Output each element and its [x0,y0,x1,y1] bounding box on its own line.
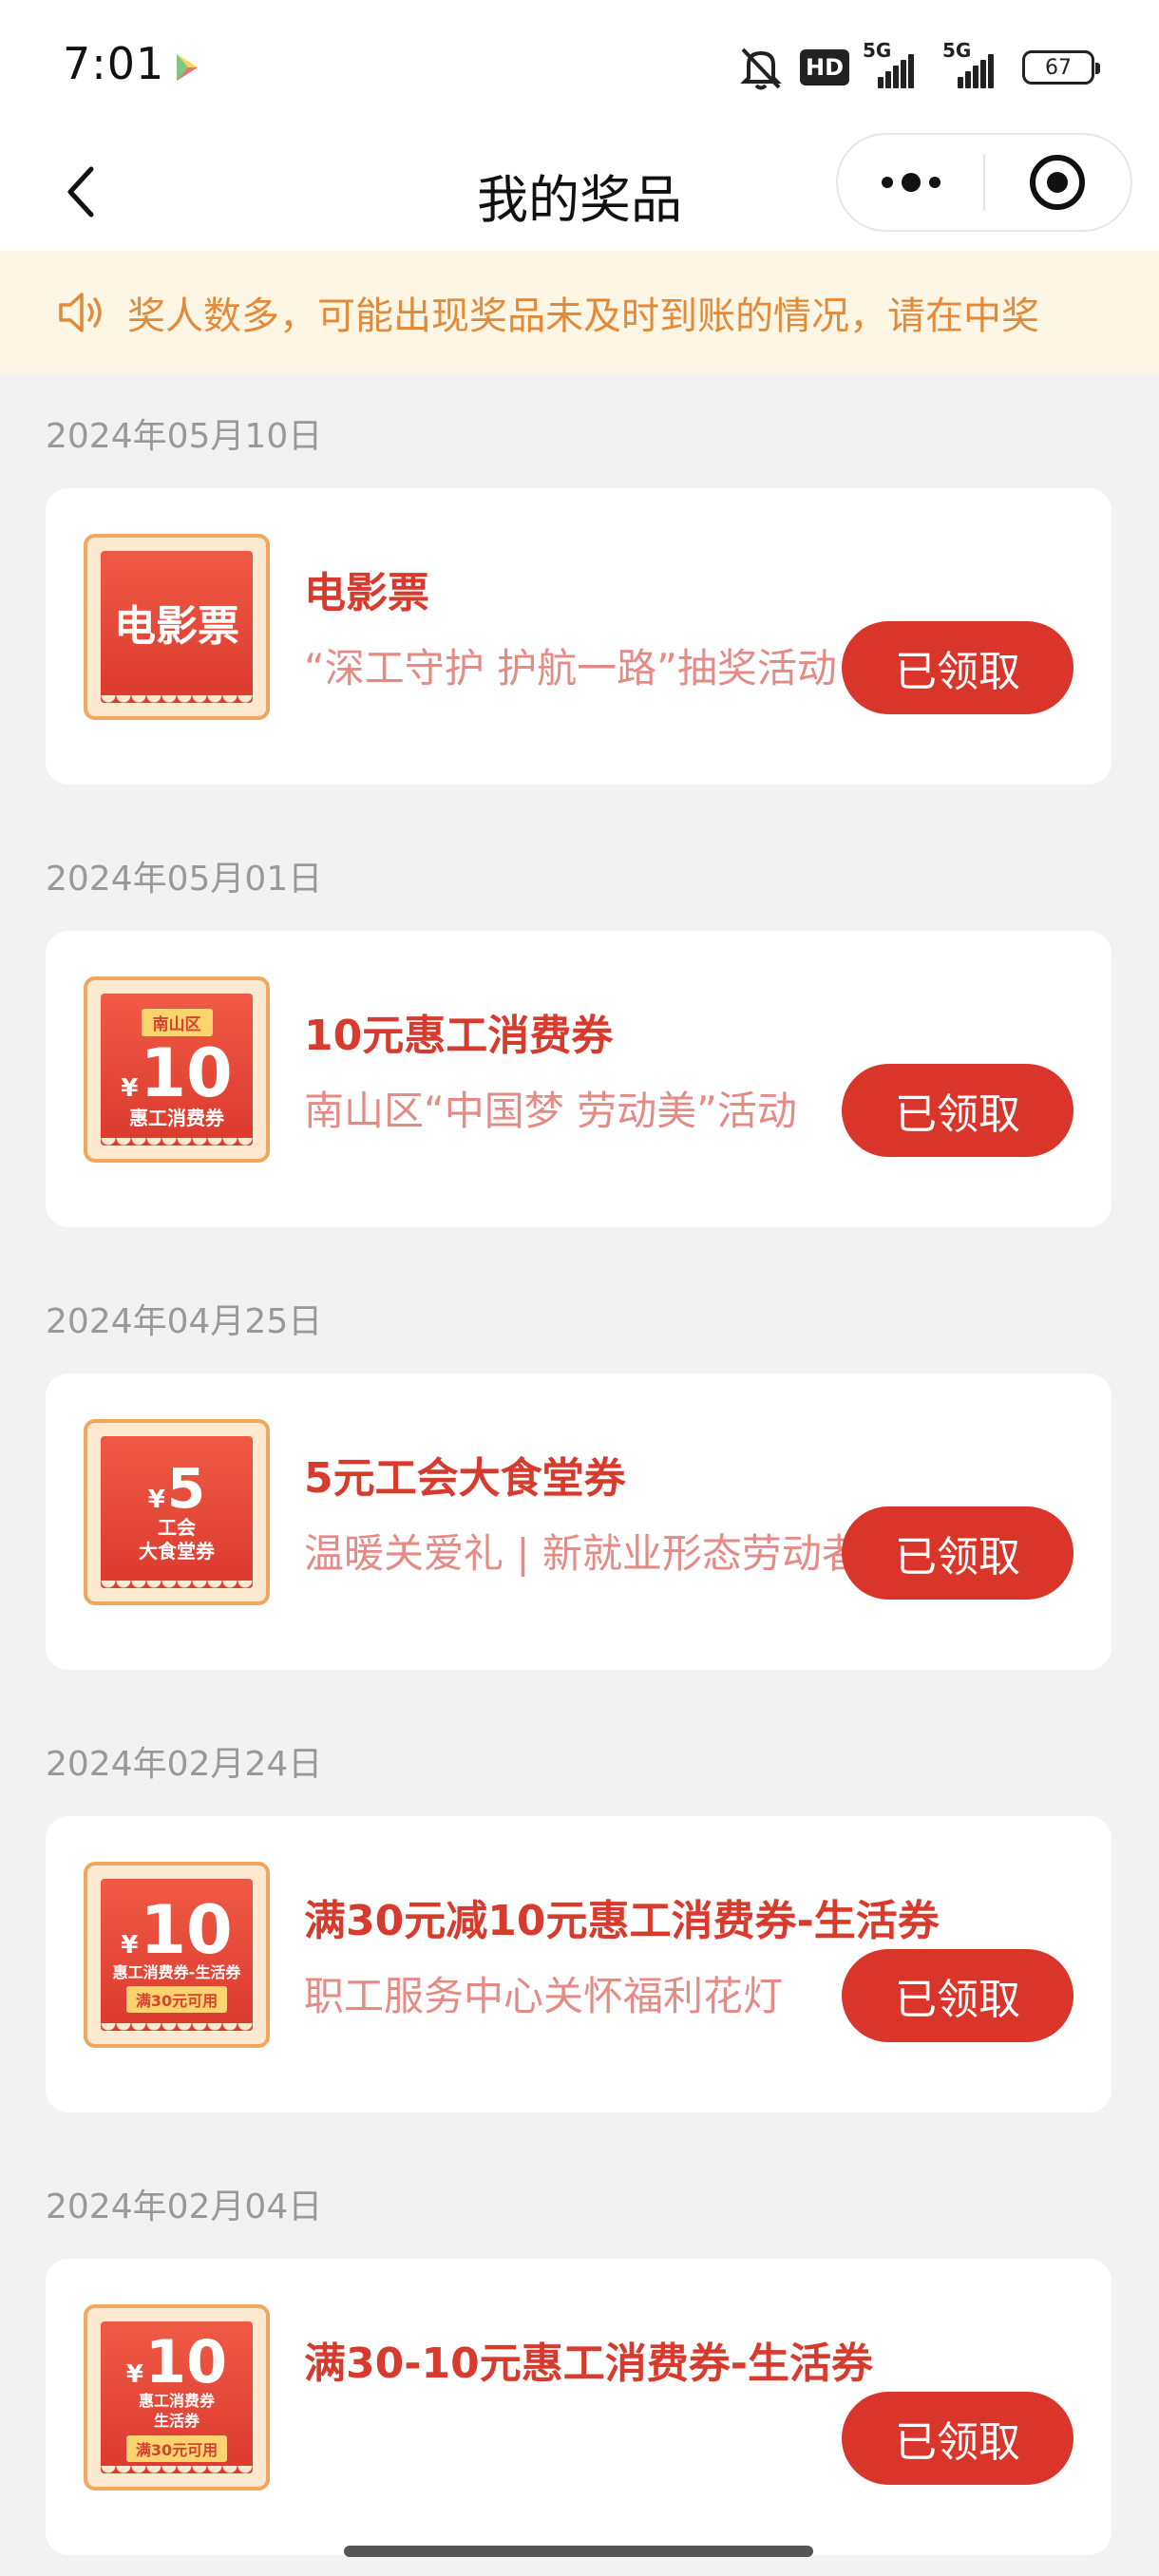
ticket-region-tag: 南山区 [141,1009,213,1036]
prize-desc: 温暖关爱礼 | 新就业形态劳动者 [304,1530,862,1577]
play-store-icon [177,54,198,81]
claimed-button[interactable]: 已领取 [842,2392,1074,2485]
prize-date: 2024年04月25日 [46,1302,323,1341]
hd-badge: HD [799,49,849,85]
more-dots-icon [881,173,940,192]
ticket-yen: ¥ [121,1930,139,1960]
nav-bar: 我的奖品 [0,133,1159,251]
prize-thumbnail: ¥10 惠工消费券-生活券 满30元可用 [84,1862,270,2048]
miniapp-capsule [836,133,1132,232]
ticket-graphic: ¥10 惠工消费券 生活券 满30元可用 [101,2321,253,2473]
ticket-min-spend-tag: 满30元可用 [125,1986,228,2014]
ticket-main-label: 电影票 [114,602,239,651]
ticket-label: 工会 [158,1516,196,1539]
signal-2-icon: 5G [942,39,1009,88]
prize-date: 2024年05月10日 [46,417,323,456]
ticket-label: 惠工消费券 [129,1107,224,1129]
ticket-amount: 5 [166,1456,206,1521]
speaker-icon [59,293,102,332]
prize-card: 南山区 ¥10 惠工消费券 10元惠工消费券 南山区“中国梦 劳动美”活动 已领… [46,931,1112,1227]
target-icon [1030,155,1086,210]
status-time: 7:01 [63,38,165,89]
ticket-amount: 10 [140,1034,233,1112]
claimed-button[interactable]: 已领取 [842,1949,1074,2042]
prize-card: ¥10 惠工消费券 生活券 满30元可用 满30-10元惠工消费券-生活券 已领… [46,2259,1112,2555]
net-label-2: 5G [942,39,972,62]
prize-date: 2024年05月01日 [46,860,323,899]
claimed-button[interactable]: 已领取 [842,1506,1074,1600]
battery-icon: 67 [1022,50,1100,85]
prize-title: 满30-10元惠工消费券-生活券 [304,2339,873,2388]
ticket-yen: ¥ [121,1074,139,1103]
prize-date: 2024年02月24日 [46,1745,323,1784]
prize-thumbnail: 电影票 [84,534,270,720]
prize-title: 电影票 [304,569,429,617]
ticket-amount: 10 [140,1890,233,1969]
prize-title: 满30元减10元惠工消费券-生活券 [304,1897,940,1945]
battery-level: 67 [1045,55,1072,80]
prize-thumbnail: ¥5 工会 大食堂券 [84,1419,270,1605]
ticket-label-2: 生活券 [153,2412,200,2430]
ticket-graphic: ¥10 惠工消费券-生活券 满30元可用 [101,1879,253,2031]
ticket-label: 惠工消费券-生活券 [112,1962,241,1981]
more-button[interactable] [838,135,983,230]
prize-title: 5元工会大食堂券 [304,1454,626,1503]
mute-bell-icon [740,47,782,90]
status-bar: 7:01 HD 5G 5G 67 [0,0,1159,133]
prize-thumbnail: ¥10 惠工消费券 生活券 满30元可用 [84,2304,270,2491]
prize-title: 10元惠工消费券 [304,1012,614,1060]
prize-card: ¥10 惠工消费券-生活券 满30元可用 满30元减10元惠工消费券-生活券 职… [46,1816,1112,2112]
ticket-graphic: 南山区 ¥10 惠工消费券 [101,994,253,1146]
notice-text: 奖人数多，可能出现奖品未及时到账的情况，请在中奖 [127,294,1039,338]
prize-card: ¥5 工会 大食堂券 5元工会大食堂券 温暖关爱礼 | 新就业形态劳动者 已领取 [46,1373,1112,1670]
prize-card: 电影票 电影票 “深工守护 护航一路”抽奖活动 已领取 [46,488,1112,785]
ticket-label: 惠工消费券 [138,2392,215,2411]
notice-bar: 奖人数多，可能出现奖品未及时到账的情况，请在中奖 [0,251,1159,374]
ticket-min-spend-tag: 满30元可用 [125,2434,228,2462]
ticket-amount: 10 [144,2327,228,2397]
ticket-yen: ¥ [125,2360,143,2390]
prize-thumbnail: 南山区 ¥10 惠工消费券 [84,976,270,1163]
signal-1-icon: 5G [863,39,929,88]
prize-date: 2024年02月04日 [46,2188,323,2226]
claimed-button[interactable]: 已领取 [842,1064,1074,1157]
ticket-graphic: 电影票 [101,551,253,703]
prize-desc: “深工守护 护航一路”抽奖活动 [304,645,837,691]
prize-desc: 职工服务中心关怀福利花灯 [304,1973,784,2019]
ticket-label-2: 大食堂券 [139,1540,215,1563]
prize-desc: 南山区“中国梦 劳动美”活动 [304,1088,797,1134]
ticket-graphic: ¥5 工会 大食堂券 [101,1436,253,1588]
net-label-1: 5G [863,39,892,62]
home-indicator[interactable] [344,2546,813,2557]
claimed-button[interactable]: 已领取 [842,621,1074,714]
close-miniapp-button[interactable] [985,135,1130,230]
ticket-yen: ¥ [147,1486,165,1514]
